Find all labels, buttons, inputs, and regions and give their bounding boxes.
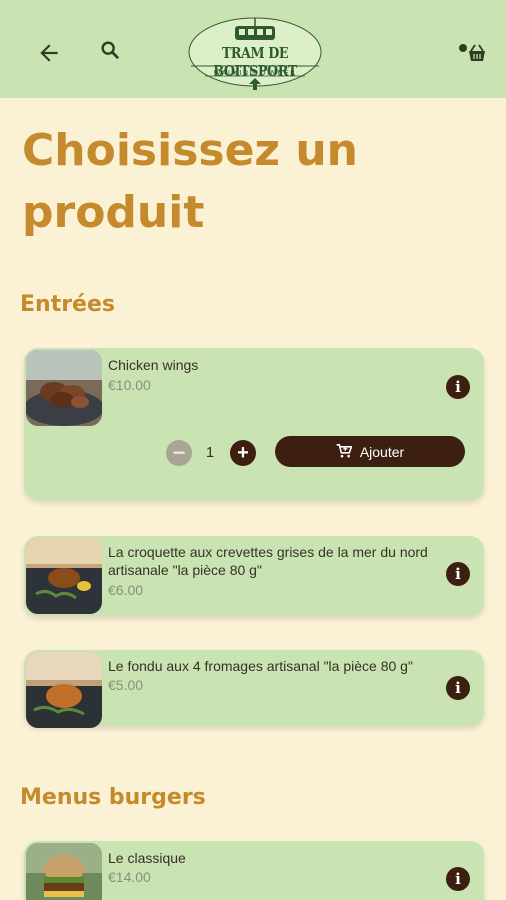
brand-logo[interactable]: TRAM DE BOITSPORT WALKING DINNER [185,14,325,92]
product-image [26,350,102,426]
app-header: TRAM DE BOITSPORT WALKING DINNER [0,0,506,98]
product-price: €6.00 [108,582,144,598]
decrease-quantity-button[interactable]: − [166,440,192,466]
product-image [26,652,102,728]
quantity-value: 1 [205,444,215,461]
increase-quantity-button[interactable]: + [230,440,256,466]
info-icon[interactable]: i [446,867,470,891]
cart-plus-icon [336,444,352,458]
product-image [26,538,102,614]
search-icon[interactable] [96,36,124,64]
add-to-cart-button[interactable]: Ajouter [275,436,465,467]
section-title-burgers: Menus burgers [20,785,206,810]
info-icon[interactable]: i [446,676,470,700]
product-card[interactable]: Le classique €14.00 i [24,841,484,900]
product-price: €10.00 [108,377,151,393]
product-name: Le fondu aux 4 fromages artisanal "la pi… [108,658,413,674]
product-price: €5.00 [108,677,144,693]
page-title: Choisissez un produit [22,125,358,238]
product-image [26,843,102,900]
product-card[interactable]: La croquette aux crevettes grises de la … [24,536,484,616]
product-name: Le classique [108,850,186,866]
user-cart-icon[interactable] [456,40,488,68]
logo-subtitle: WALKING DINNER [213,69,297,77]
product-card[interactable]: Chicken wings €10.00 i − 1 + Ajouter [24,348,484,500]
product-name: Chicken wings [108,357,199,373]
section-title-entrees: Entrées [20,292,115,317]
info-icon[interactable]: i [446,562,470,586]
product-card[interactable]: Le fondu aux 4 fromages artisanal "la pi… [24,650,484,728]
product-name: La croquette aux crevettes grises de la … [108,544,428,578]
product-price: €14.00 [108,869,151,885]
add-button-label: Ajouter [359,443,405,460]
arrow-left-icon[interactable] [34,38,64,68]
info-icon[interactable]: i [446,375,470,399]
